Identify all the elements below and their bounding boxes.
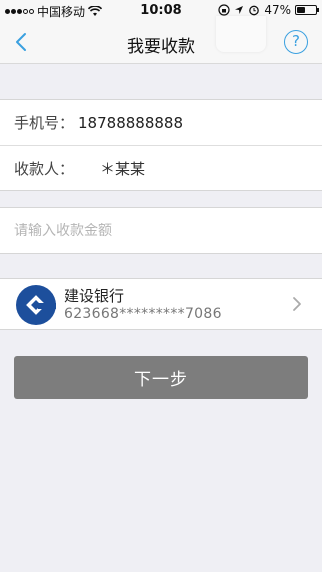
help-icon[interactable]: ? [284,30,308,54]
payee-value: ＊某某 [100,160,146,178]
bank-name: 建设银行 [64,287,125,305]
nav-bar: 我要收款 ? [0,16,322,64]
battery-percent: 47% [264,3,291,17]
bank-group: 建设银行 623668*********7086 [0,278,322,330]
lock-rotation-icon [218,4,230,16]
amount-row[interactable] [0,208,322,253]
phone-row: 手机号： 18788888888 [0,100,322,145]
bank-card-number: 623668*********7086 [64,306,222,322]
payee-label: 收款人： [14,159,75,178]
page-title: 我要收款 [127,37,195,57]
battery-icon [295,5,319,15]
status-right: 47% [218,3,319,17]
alarm-icon [249,5,260,16]
chevron-right-icon [293,297,301,311]
battery-fill [297,7,306,13]
ccb-bank-logo-icon [16,285,56,325]
amount-group [0,207,322,254]
status-bar: 中国移动 10:08 47% [0,0,322,20]
next-step-button[interactable]: 下一步 [14,356,308,399]
location-arrow-icon [235,6,244,14]
phone-label: 手机号： [14,114,75,132]
phone-value: 18788888888 [78,113,183,132]
amount-input[interactable] [14,222,304,239]
info-group: 手机号： 18788888888 收款人： ＊某某 [0,99,322,191]
bank-card-row[interactable]: 建设银行 623668*********7086 [0,279,322,329]
payee-row: 收款人： ＊某某 [0,145,322,190]
